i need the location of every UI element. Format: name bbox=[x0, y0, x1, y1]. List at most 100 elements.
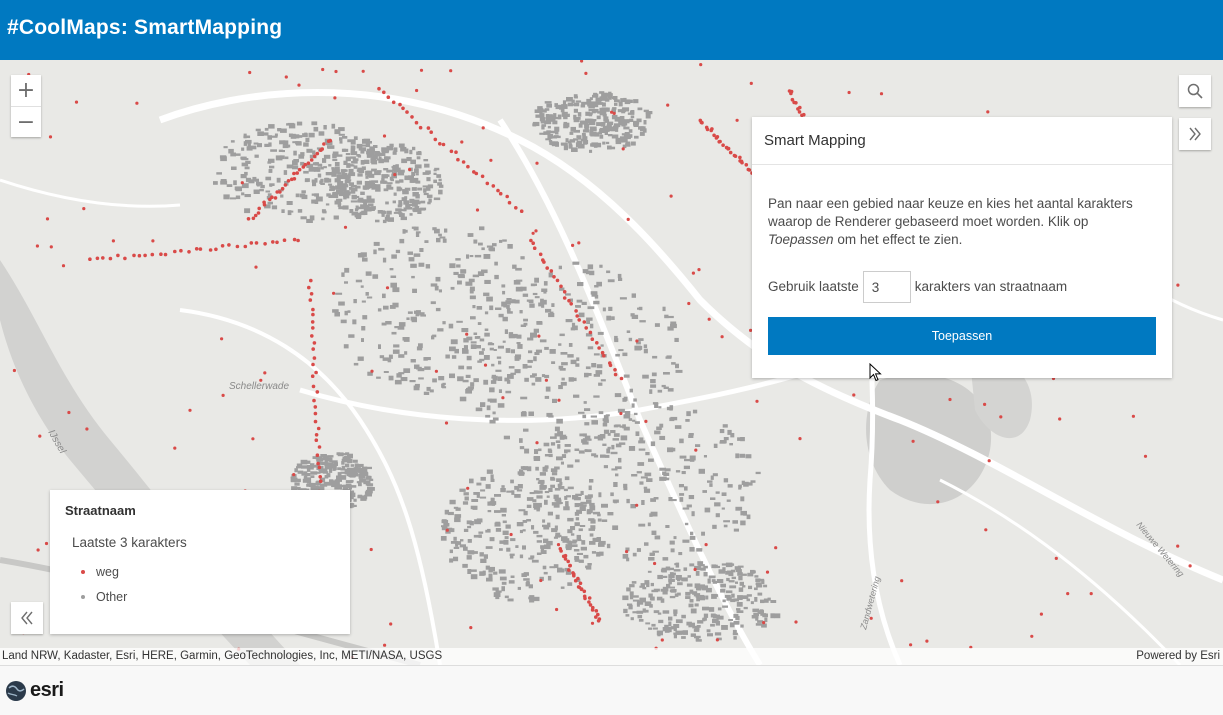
street-point bbox=[590, 337, 595, 342]
street-point bbox=[610, 110, 614, 114]
street-point bbox=[74, 100, 79, 104]
building bbox=[647, 570, 652, 573]
building bbox=[338, 133, 345, 136]
building bbox=[473, 534, 480, 538]
building bbox=[670, 574, 675, 579]
building bbox=[667, 567, 674, 571]
building bbox=[605, 454, 610, 458]
building bbox=[689, 547, 695, 552]
building bbox=[723, 520, 730, 523]
building bbox=[246, 146, 253, 151]
building bbox=[454, 517, 461, 523]
building bbox=[632, 595, 639, 598]
building bbox=[579, 525, 586, 527]
building bbox=[632, 611, 638, 614]
street-point bbox=[35, 244, 40, 248]
building bbox=[639, 481, 644, 485]
building bbox=[353, 299, 357, 304]
building bbox=[495, 528, 502, 532]
building bbox=[302, 478, 308, 483]
building bbox=[510, 372, 516, 375]
building bbox=[523, 318, 528, 322]
building bbox=[706, 587, 712, 593]
building bbox=[347, 173, 351, 179]
building bbox=[659, 435, 666, 440]
search-button[interactable] bbox=[1179, 75, 1211, 107]
zoom-in-button[interactable]: + bbox=[11, 75, 41, 106]
building bbox=[297, 478, 301, 483]
building bbox=[469, 255, 474, 258]
building bbox=[327, 145, 335, 149]
expand-panel-button[interactable] bbox=[1179, 118, 1211, 150]
building bbox=[638, 523, 646, 527]
building bbox=[630, 504, 636, 509]
building bbox=[691, 634, 696, 637]
apply-button[interactable]: Toepassen bbox=[768, 317, 1156, 355]
building bbox=[593, 93, 599, 98]
building bbox=[355, 185, 361, 189]
building bbox=[347, 310, 351, 313]
building bbox=[643, 344, 648, 348]
building bbox=[470, 382, 475, 387]
building bbox=[293, 150, 297, 156]
street-point bbox=[296, 238, 300, 243]
building bbox=[387, 182, 393, 185]
building bbox=[494, 522, 501, 527]
building bbox=[581, 301, 587, 305]
street-point bbox=[496, 188, 500, 193]
powered-by[interactable]: Powered by Esri bbox=[1136, 650, 1220, 662]
street-point bbox=[398, 102, 402, 107]
street-point bbox=[501, 396, 505, 400]
street-point bbox=[573, 578, 578, 583]
zoom-out-button[interactable]: − bbox=[11, 106, 41, 137]
building bbox=[399, 238, 405, 244]
building bbox=[417, 368, 425, 372]
street-point bbox=[562, 296, 567, 300]
building bbox=[509, 334, 514, 337]
building bbox=[433, 172, 437, 175]
character-count-input[interactable] bbox=[862, 271, 911, 303]
building bbox=[306, 481, 312, 484]
street-point bbox=[263, 242, 267, 246]
building bbox=[424, 240, 429, 243]
building bbox=[320, 454, 327, 458]
street-point bbox=[590, 621, 595, 625]
building bbox=[361, 300, 366, 303]
building bbox=[628, 418, 633, 421]
building bbox=[486, 469, 493, 474]
building bbox=[353, 362, 359, 366]
building bbox=[420, 200, 426, 204]
building bbox=[233, 180, 237, 186]
building bbox=[624, 119, 628, 122]
collapse-legend-button[interactable] bbox=[11, 602, 43, 634]
building bbox=[304, 178, 309, 183]
building bbox=[612, 499, 619, 503]
street-point bbox=[507, 200, 512, 205]
street-point bbox=[596, 619, 601, 623]
esri-logo[interactable]: esri bbox=[5, 679, 64, 702]
building bbox=[268, 124, 275, 129]
street-point bbox=[466, 164, 470, 169]
street-point bbox=[316, 426, 321, 431]
building bbox=[488, 570, 493, 573]
street-point bbox=[577, 318, 581, 322]
building bbox=[413, 385, 420, 391]
building bbox=[647, 522, 651, 527]
building bbox=[753, 612, 759, 617]
building bbox=[583, 401, 587, 404]
building bbox=[587, 494, 593, 498]
building bbox=[664, 314, 669, 319]
building bbox=[514, 485, 520, 490]
building bbox=[599, 134, 604, 139]
building bbox=[366, 152, 373, 157]
building bbox=[596, 537, 601, 542]
street-point bbox=[999, 415, 1003, 419]
building bbox=[340, 183, 347, 187]
building bbox=[290, 479, 297, 483]
building bbox=[466, 336, 473, 341]
building bbox=[554, 487, 561, 491]
building bbox=[491, 376, 498, 379]
street-point bbox=[143, 253, 147, 258]
building bbox=[567, 582, 573, 586]
building bbox=[360, 150, 365, 154]
